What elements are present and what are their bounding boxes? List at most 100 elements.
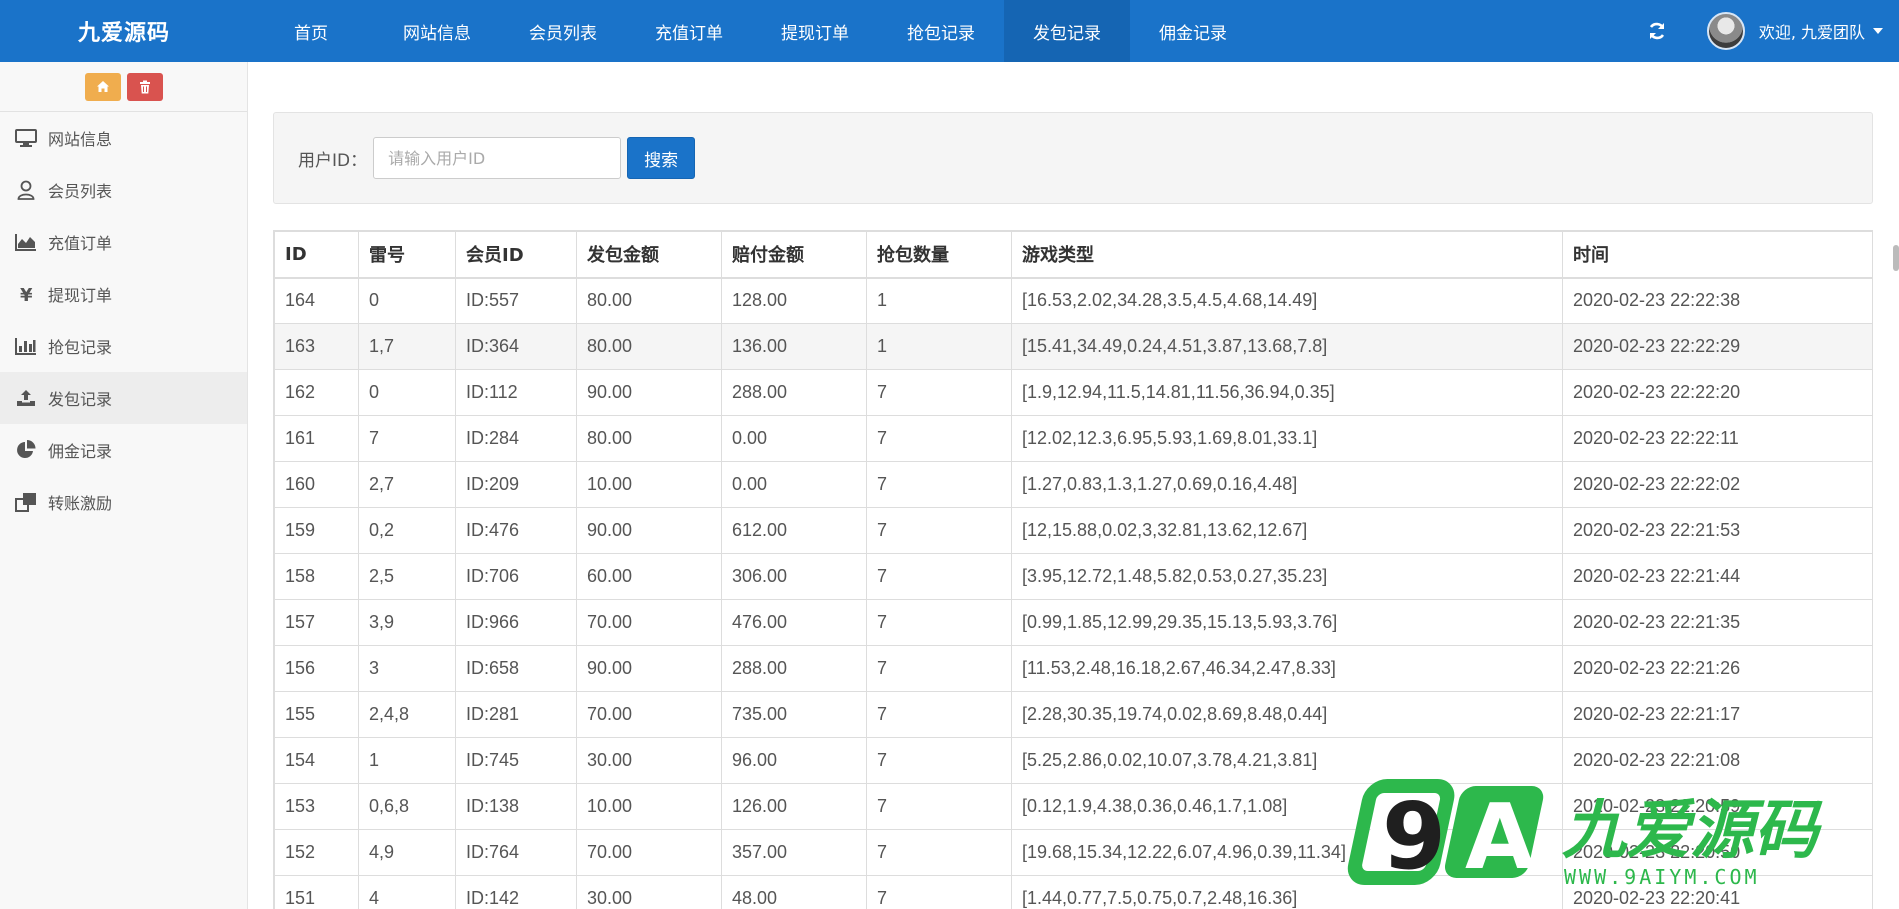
table-cell: 2020-02-23 22:21:53 — [1562, 507, 1872, 554]
table-cell: [0.99,1.85,12.99,29.35,15.13,5.93,3.76] — [1011, 599, 1563, 646]
table-cell: 70.00 — [576, 599, 722, 646]
table-cell: [5.25,2.86,0.02,10.07,3.78,4.21,3.81] — [1011, 737, 1563, 784]
table-cell: 2020-02-23 22:20:41 — [1562, 875, 1872, 909]
table-cell: 7 — [866, 691, 1012, 738]
nav-item-6[interactable]: 发包记录 — [1004, 0, 1130, 62]
table-cell: 288.00 — [721, 369, 867, 416]
table-cell: 3 — [358, 645, 456, 692]
table-cell: 2,4,8 — [358, 691, 456, 738]
table-cell: 136.00 — [721, 323, 867, 370]
table-row: 151 4 ID:142 30.00 48.00 7 [1.44,0.77,7.5,0.75… — [274, 875, 1872, 909]
nav-item-4[interactable]: 提现订单 — [752, 0, 878, 62]
yen-icon: ¥ — [12, 282, 40, 306]
table-cell: [0.12,1.9,4.38,0.36,0.46,1.7,1.08] — [1011, 783, 1563, 830]
table-row: 157 3,9 ID:966 70.00 476.00 7 [0.99,1.85,12.99… — [274, 599, 1872, 646]
nav-item-3[interactable]: 充值订单 — [626, 0, 752, 62]
sidebar-item-5[interactable]: 发包记录 — [0, 372, 247, 424]
scrollbar-thumb[interactable] — [1893, 245, 1899, 271]
table-cell: 80.00 — [576, 277, 722, 324]
avatar[interactable] — [1706, 12, 1745, 50]
nav-item-2[interactable]: 会员列表 — [500, 0, 626, 62]
sidebar-item-0[interactable]: 网站信息 — [0, 112, 247, 164]
chevron-down-icon[interactable] — [1873, 28, 1883, 34]
table-cell: 1 — [866, 277, 1012, 324]
nav-item-7[interactable]: 佣金记录 — [1130, 0, 1256, 62]
search-button[interactable]: 搜索 — [627, 137, 696, 179]
table-cell: 154 — [274, 737, 359, 784]
column-header: 时间 — [1562, 231, 1872, 279]
table-cell: [11.53,2.48,16.18,2.67,46.34,2.47,8.33] — [1011, 645, 1563, 692]
table-cell: 4 — [358, 875, 456, 909]
table-cell: 7 — [866, 875, 1012, 909]
table-cell: 96.00 — [721, 737, 867, 784]
table-cell: 163 — [274, 323, 359, 370]
monitor-icon — [12, 126, 40, 150]
delete-cache-button[interactable] — [126, 72, 163, 101]
table-cell: 2020-02-23 22:21:44 — [1562, 553, 1872, 600]
table-cell: 735.00 — [721, 691, 867, 738]
table-cell: [19.68,15.34,12.22,6.07,4.96,0.39,11.34] — [1011, 829, 1563, 876]
table-cell: ID:706 — [455, 553, 577, 600]
pie-chart-icon — [12, 438, 40, 462]
table-cell: 48.00 — [721, 875, 867, 909]
user-welcome-menu[interactable]: 欢迎, 九爱团队 — [1759, 19, 1865, 43]
table-cell: 60.00 — [576, 553, 722, 600]
search-panel: 用户ID： 搜索 — [273, 112, 1873, 204]
refresh-icon[interactable] — [1645, 19, 1669, 43]
home-button[interactable] — [84, 72, 121, 101]
table-cell: 2020-02-23 22:22:29 — [1562, 323, 1872, 370]
table-cell: 10.00 — [576, 461, 722, 508]
sidebar-item-3[interactable]: ¥ 提现订单 — [0, 268, 247, 320]
table-cell: ID:557 — [455, 277, 577, 324]
table-cell: 612.00 — [721, 507, 867, 554]
table-cell: 70.00 — [576, 691, 722, 738]
table-cell: 157 — [274, 599, 359, 646]
table-cell: 164 — [274, 277, 359, 324]
table-cell: 7 — [866, 645, 1012, 692]
table-cell: 7 — [866, 829, 1012, 876]
table-cell: 1,7 — [358, 323, 456, 370]
table-cell: 158 — [274, 553, 359, 600]
sidebar-item-label: 转账激励 — [48, 494, 113, 513]
table-cell: 162 — [274, 369, 359, 416]
brand-logo-text[interactable]: 九爱源码 — [0, 15, 248, 47]
column-header: 会员ID — [455, 231, 577, 279]
table-cell: 7 — [866, 783, 1012, 830]
table-cell: 2020-02-23 22:20:59 — [1562, 783, 1872, 830]
column-header: 游戏类型 — [1011, 231, 1563, 279]
nav-item-0[interactable]: 首页 — [248, 0, 374, 62]
table-cell: 161 — [274, 415, 359, 462]
sidebar-item-6[interactable]: 佣金记录 — [0, 424, 247, 476]
search-label: 用户ID： — [298, 150, 368, 171]
table-cell: ID:281 — [455, 691, 577, 738]
table-cell: 159 — [274, 507, 359, 554]
table-header-row: ID 雷号 会员ID 发包金额 赔付金额 抢包数量 游戏类型 时间 — [274, 231, 1872, 279]
bar-chart-icon — [12, 334, 40, 358]
table-cell: ID:764 — [455, 829, 577, 876]
table-cell: ID:112 — [455, 369, 577, 416]
table-cell: 10.00 — [576, 783, 722, 830]
sidebar-item-label: 发包记录 — [48, 390, 113, 409]
table-cell: [12,15.88,0.02,3,32.81,13.62,12.67] — [1011, 507, 1563, 554]
nav-item-5[interactable]: 抢包记录 — [878, 0, 1004, 62]
sidebar-item-1[interactable]: 会员列表 — [0, 164, 247, 216]
sidebar-item-2[interactable]: 充值订单 — [0, 216, 247, 268]
sidebar-toolbar — [0, 62, 247, 112]
table-cell: ID:284 — [455, 415, 577, 462]
sidebar-item-label: 充值订单 — [48, 234, 113, 253]
nav-item-1[interactable]: 网站信息 — [374, 0, 500, 62]
user-id-search-input[interactable] — [373, 137, 622, 179]
table-cell: 7 — [866, 415, 1012, 462]
sidebar-item-label: 提现订单 — [48, 286, 113, 305]
table-cell: 0,2 — [358, 507, 456, 554]
table-cell: 1 — [866, 323, 1012, 370]
sidebar-item-7[interactable]: 转账激励 — [0, 476, 247, 528]
table-cell: [1.27,0.83,1.3,1.27,0.69,0.16,4.48] — [1011, 461, 1563, 508]
table-cell: ID:142 — [455, 875, 577, 909]
table-cell: 4,9 — [358, 829, 456, 876]
sidebar-item-4[interactable]: 抢包记录 — [0, 320, 247, 372]
table-cell: 288.00 — [721, 645, 867, 692]
table-cell: 126.00 — [721, 783, 867, 830]
table-cell: 7 — [866, 737, 1012, 784]
table-cell: 0 — [358, 277, 456, 324]
